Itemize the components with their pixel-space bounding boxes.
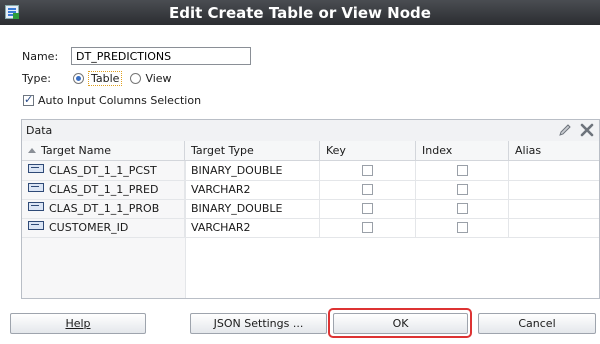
name-row: Name: — [22, 47, 251, 65]
table-row[interactable]: CUSTOMER_ID VARCHAR2 — [22, 218, 599, 238]
type-row: Type: Table View — [22, 71, 172, 86]
edit-pencil-icon[interactable] — [557, 122, 573, 138]
target-type: VARCHAR2 — [185, 180, 320, 199]
target-type: BINARY_DOUBLE — [185, 199, 320, 218]
data-panel-title: Data — [26, 124, 53, 137]
target-name: CLAS_DT_1_1_PRED — [49, 183, 159, 196]
table-row[interactable]: CLAS_DT_1_1_PRED VARCHAR2 — [22, 180, 599, 200]
name-input[interactable] — [71, 47, 251, 65]
data-panel-header: Data — [22, 120, 599, 142]
column-header-index[interactable]: Index — [416, 141, 509, 160]
alias-cell[interactable] — [509, 199, 599, 218]
column-header-key[interactable]: Key — [320, 141, 416, 160]
delete-x-icon[interactable] — [579, 122, 595, 138]
type-view-radio[interactable] — [130, 73, 142, 84]
column-type-icon — [28, 183, 44, 192]
index-checkbox[interactable] — [456, 203, 468, 214]
index-checkbox[interactable] — [456, 222, 468, 233]
auto-input-label[interactable]: Auto Input Columns Selection — [38, 94, 201, 107]
data-panel: Data Target Name Target Type Key Index A… — [21, 119, 600, 299]
type-table-radio[interactable] — [73, 73, 84, 84]
column-type-icon — [28, 164, 44, 173]
alias-cell[interactable] — [509, 180, 599, 199]
target-type: VARCHAR2 — [185, 218, 320, 237]
target-name: CUSTOMER_ID — [49, 221, 129, 234]
title-bar: Edit Create Table or View Node — [0, 0, 600, 25]
index-checkbox[interactable] — [456, 184, 468, 195]
window-title: Edit Create Table or View Node — [169, 4, 431, 22]
table-row[interactable]: CLAS_DT_1_1_PROB BINARY_DOUBLE — [22, 199, 599, 219]
cancel-button[interactable]: Cancel — [478, 313, 596, 334]
type-label: Type: — [22, 72, 51, 85]
target-type: BINARY_DOUBLE — [185, 161, 320, 180]
alias-cell[interactable] — [509, 218, 599, 237]
json-settings-button[interactable]: JSON Settings ... — [190, 313, 327, 334]
target-name: CLAS_DT_1_1_PROB — [49, 202, 160, 215]
ok-highlight — [328, 308, 472, 338]
type-view-label[interactable]: View — [145, 72, 171, 85]
key-checkbox[interactable] — [362, 222, 373, 233]
name-label: Name: — [22, 49, 59, 63]
column-header-target-type[interactable]: Target Type — [185, 141, 320, 160]
type-table-label[interactable]: Table — [88, 71, 123, 86]
grid-header: Target Name Target Type Key Index Alias — [22, 141, 599, 161]
auto-input-row: Auto Input Columns Selection — [23, 93, 201, 107]
column-type-icon — [28, 221, 44, 230]
key-checkbox[interactable] — [362, 203, 373, 214]
help-button[interactable]: Help — [10, 313, 146, 334]
key-checkbox[interactable] — [362, 165, 373, 176]
sort-ascending-icon — [28, 148, 36, 153]
column-header-alias[interactable]: Alias — [509, 141, 599, 160]
target-name: CLAS_DT_1_1_PCST — [49, 164, 157, 177]
auto-input-checkbox[interactable] — [23, 93, 34, 106]
table-row[interactable]: CLAS_DT_1_1_PCST BINARY_DOUBLE — [22, 161, 599, 181]
column-type-icon — [28, 202, 44, 211]
index-checkbox[interactable] — [456, 165, 468, 176]
column-header-target-name[interactable]: Target Name — [22, 141, 185, 160]
key-checkbox[interactable] — [362, 184, 373, 195]
alias-cell[interactable] — [509, 161, 599, 180]
